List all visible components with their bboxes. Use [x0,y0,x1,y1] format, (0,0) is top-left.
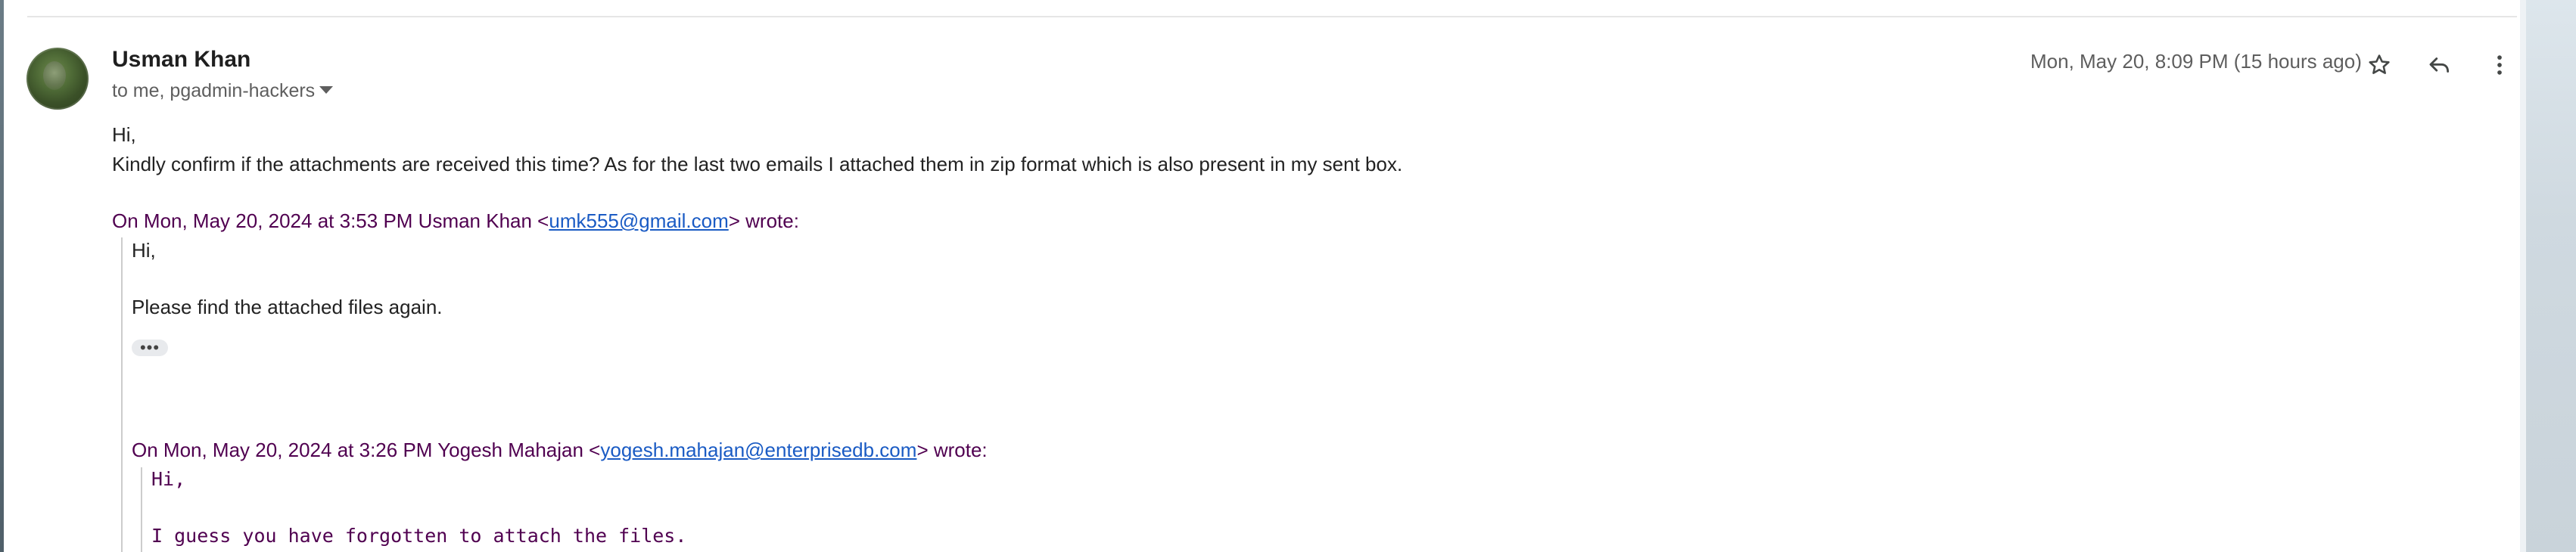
body-greeting: Hi, [112,123,136,146]
star-icon [2369,54,2390,74]
sender-name[interactable]: Usman Khan [112,47,250,73]
quote2-bar [141,467,142,552]
window-right-edge-inner [2520,0,2526,552]
window-left-edge [0,0,4,552]
avatar[interactable] [26,48,89,110]
quote2-header: On Mon, May 20, 2024 at 3:26 PM Yogesh M… [132,439,988,462]
reply-button[interactable] [2419,44,2461,86]
message-timestamp: Mon, May 20, 8:09 PM (15 hours ago) [2030,50,2362,73]
show-trimmed-content-button[interactable]: ••• [132,340,168,356]
quote2-header-suffix: > wrote: [916,439,988,461]
star-button[interactable] [2358,44,2400,86]
quote1-header: On Mon, May 20, 2024 at 3:53 PM Usman Kh… [112,209,799,233]
window-right-edge [2520,0,2576,552]
quote1-email-link[interactable]: umk555@gmail.com [549,209,728,232]
recipients-line: to me, pgadmin-hackers [112,80,316,101]
quote2-greeting: Hi, [151,468,186,490]
quote2-email-link[interactable]: yogesh.mahajan@enterprisedb.com [600,439,916,461]
ellipsis-icon: ••• [139,338,160,357]
more-options-button[interactable] [2478,44,2521,86]
reply-icon [2429,57,2450,73]
quote2-paragraph: I guess you have forgotten to attach the… [151,525,687,547]
body-paragraph: Kindly confirm if the attachments are re… [112,153,1403,175]
quote1-bar [121,237,123,552]
quote1-greeting: Hi, [132,239,156,262]
quote1-paragraph: Please find the attached files again. [132,296,443,318]
quote1-header-suffix: > wrote: [728,209,799,232]
quote2-header-prefix: On Mon, May 20, 2024 at 3:26 PM Yogesh M… [132,439,601,461]
message-divider [27,16,2517,17]
chevron-down-icon[interactable] [319,86,333,94]
quote1-header-prefix: On Mon, May 20, 2024 at 3:53 PM Usman Kh… [112,209,549,232]
more-vert-icon [2497,55,2502,75]
